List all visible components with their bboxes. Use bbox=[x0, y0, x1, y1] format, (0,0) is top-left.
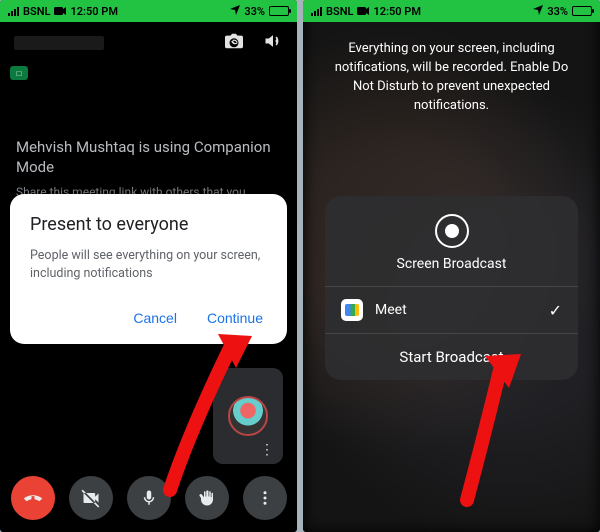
start-broadcast-button[interactable]: Start Broadcast bbox=[325, 333, 578, 380]
record-icon[interactable] bbox=[435, 214, 469, 248]
time-label: 12:50 PM bbox=[373, 5, 421, 18]
carrier-label: BSNL bbox=[326, 5, 353, 18]
carrier-label: BSNL bbox=[23, 5, 50, 18]
raise-hand-button[interactable] bbox=[185, 476, 229, 520]
battery-pct: 33% bbox=[547, 5, 568, 18]
broadcast-warning: Everything on your screen, including not… bbox=[303, 22, 600, 115]
presenting-badge-icon: □ bbox=[10, 66, 28, 80]
speaker-icon[interactable] bbox=[263, 32, 283, 54]
call-controls bbox=[0, 476, 297, 520]
start-broadcast-label: Start Broadcast bbox=[399, 348, 503, 366]
end-call-button[interactable] bbox=[11, 476, 55, 520]
phone-right: BSNL 12:50 PM 33% Everything on your scr… bbox=[303, 0, 600, 532]
avatar bbox=[228, 396, 268, 436]
more-options-button[interactable] bbox=[243, 476, 287, 520]
camera-indicator-icon bbox=[54, 5, 66, 18]
checkmark-icon: ✓ bbox=[549, 301, 562, 320]
companion-mode-text: Mehvish Mushtaq is using Companion Mode bbox=[16, 138, 276, 177]
app-name-label: Meet bbox=[375, 302, 407, 318]
continue-button[interactable]: Continue bbox=[203, 304, 267, 332]
status-bar: BSNL 12:50 PM 33% bbox=[0, 0, 297, 22]
battery-icon bbox=[269, 6, 289, 16]
location-icon bbox=[533, 5, 543, 18]
phone-left: BSNL 12:50 PM 33% □ Mehvish Mushtaq is bbox=[0, 0, 297, 532]
meet-app-icon bbox=[341, 299, 363, 321]
present-dialog: Present to everyone People will see ever… bbox=[10, 194, 287, 344]
meeting-info: Mehvish Mushtaq is using Companion Mode … bbox=[16, 138, 276, 199]
dialog-title: Present to everyone bbox=[30, 214, 267, 235]
camera-indicator-icon bbox=[357, 5, 369, 18]
switch-camera-icon[interactable] bbox=[223, 32, 245, 54]
battery-icon bbox=[572, 6, 592, 16]
mic-toggle-button[interactable] bbox=[127, 476, 171, 520]
participant-tile[interactable]: ⋮ bbox=[213, 368, 283, 464]
signal-icon bbox=[311, 7, 322, 16]
status-bar: BSNL 12:50 PM 33% bbox=[303, 0, 600, 22]
signal-icon bbox=[8, 7, 19, 16]
broadcast-app-row[interactable]: Meet ✓ bbox=[325, 286, 578, 333]
battery-pct: 33% bbox=[244, 5, 265, 18]
camera-toggle-button[interactable] bbox=[69, 476, 113, 520]
meet-top-bar bbox=[0, 22, 297, 62]
time-label: 12:50 PM bbox=[70, 5, 118, 18]
meeting-id-redacted bbox=[14, 36, 104, 50]
dialog-body: People will see everything on your scree… bbox=[30, 247, 267, 282]
tile-more-icon[interactable]: ⋮ bbox=[260, 442, 275, 458]
panel-title: Screen Broadcast bbox=[325, 256, 578, 272]
location-icon bbox=[230, 5, 240, 18]
cancel-button[interactable]: Cancel bbox=[129, 304, 181, 332]
broadcast-panel: Screen Broadcast Meet ✓ Start Broadcast bbox=[325, 196, 578, 380]
